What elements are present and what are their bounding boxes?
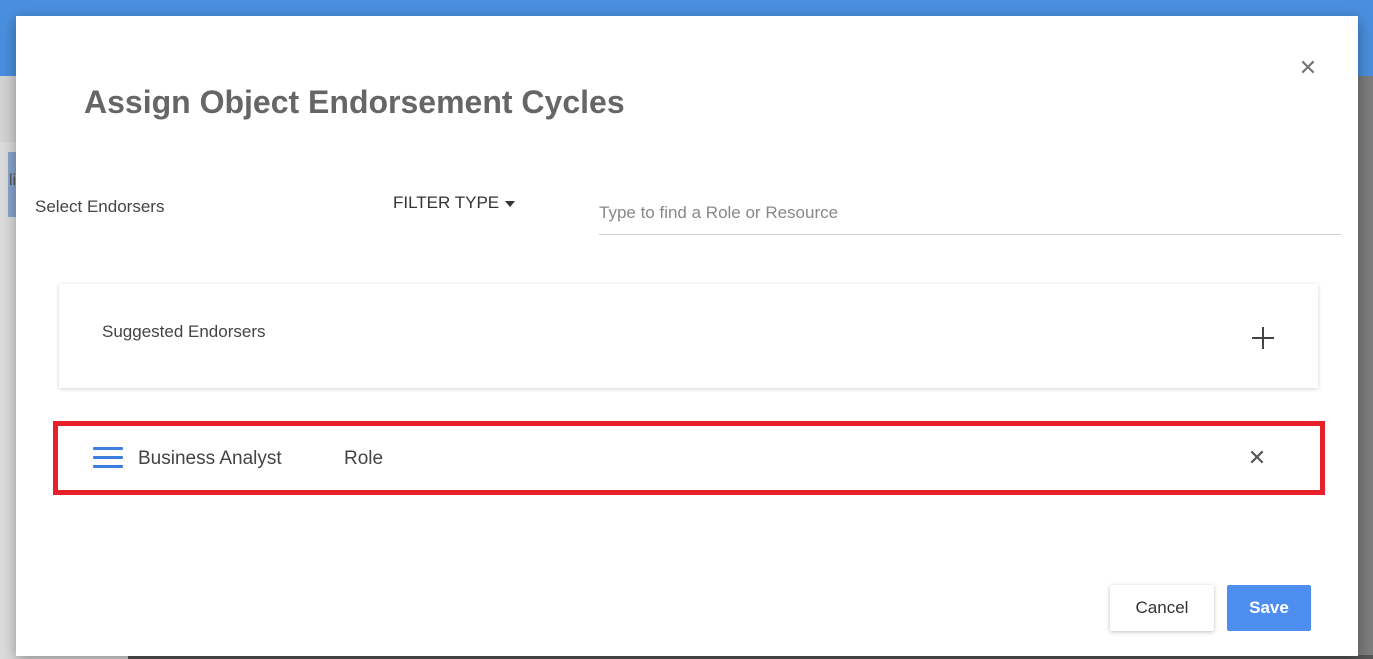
suggested-endorsers-panel: Suggested Endorsers (59, 284, 1318, 388)
cancel-button[interactable]: Cancel (1110, 585, 1214, 631)
endorser-list-item: Business Analyst Role ✕ (53, 421, 1325, 495)
suggested-endorsers-label: Suggested Endorsers (102, 322, 266, 341)
modal-title: Assign Object Endorsement Cycles (84, 84, 625, 120)
drag-handle-icon[interactable] (93, 447, 123, 469)
filter-type-label: FILTER TYPE (393, 193, 500, 212)
filter-type-dropdown[interactable]: FILTER TYPE (393, 193, 516, 213)
save-button[interactable]: Save (1227, 585, 1311, 631)
background-overlay-edge (1358, 76, 1373, 659)
select-endorsers-label: Select Endorsers (35, 197, 165, 216)
plus-icon[interactable] (1249, 324, 1277, 352)
close-icon[interactable]: ✕ (1296, 56, 1320, 80)
endorser-name: Business Analyst (138, 448, 282, 469)
endorser-type: Role (344, 448, 384, 469)
caret-down-icon (505, 200, 516, 207)
remove-endorser-close-icon[interactable]: ✕ (1245, 446, 1269, 470)
endorser-search-input[interactable] (599, 192, 1341, 235)
assign-endorsement-modal: Assign Object Endorsement Cycles ✕ Selec… (16, 16, 1358, 656)
